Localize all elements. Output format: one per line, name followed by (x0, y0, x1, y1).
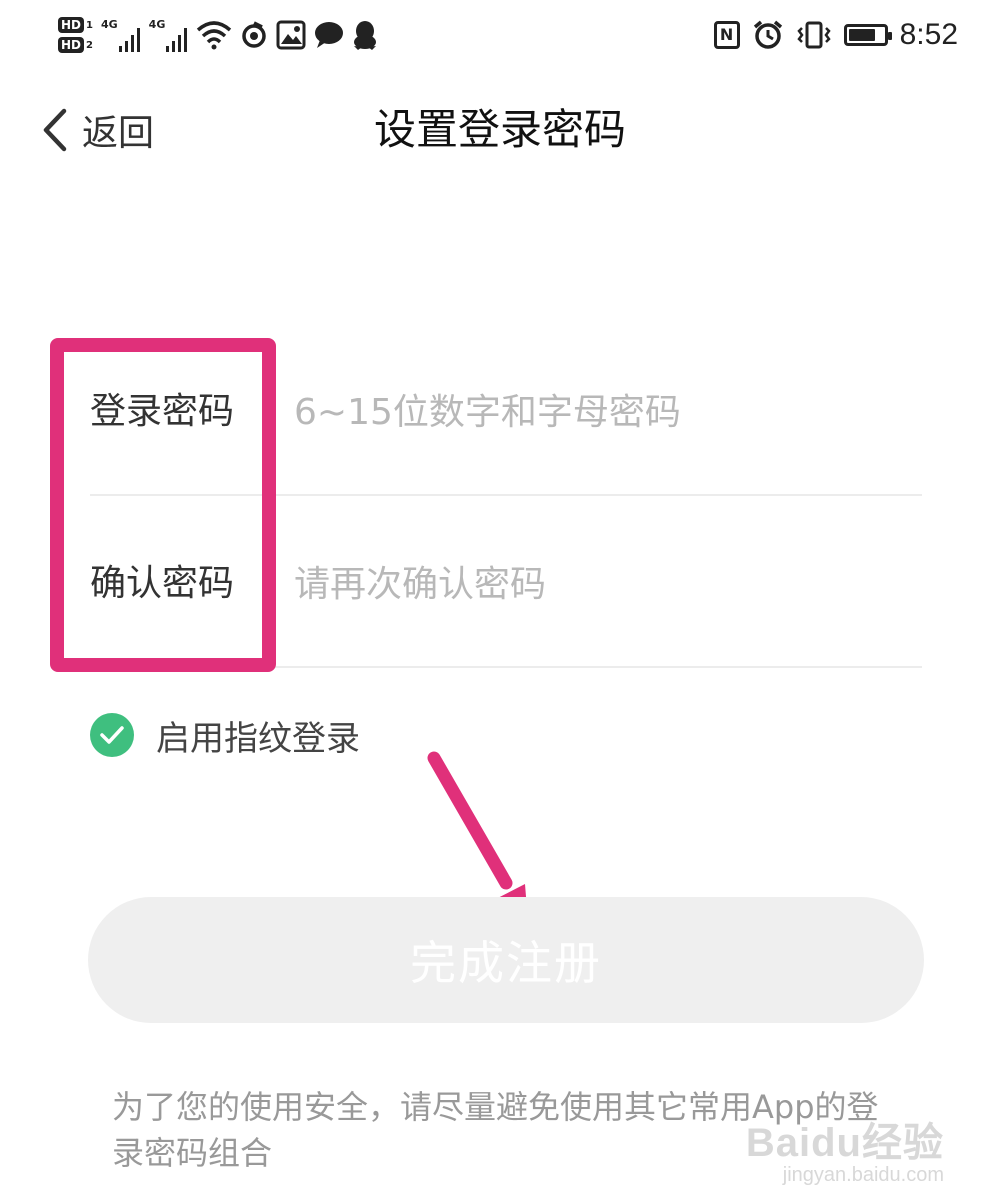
nfc-icon: N (713, 21, 740, 49)
vibrate-icon (796, 20, 832, 50)
signal-bars-icon (118, 28, 140, 52)
confirm-password-input[interactable] (294, 556, 914, 612)
battery-level (848, 29, 876, 41)
sim2-signal: 4G (149, 18, 189, 52)
password-row: 登录密码 (90, 326, 922, 496)
nav-bar: 返回 设置登录密码 (0, 80, 1000, 180)
complete-registration-button[interactable]: 完成注册 (88, 897, 924, 1023)
wifi-icon (196, 20, 232, 50)
battery-icon (843, 24, 892, 46)
screen: HD 1 HD 2 4G 4G N 8:52 返回 设置登录密码 登录密码 确认… (0, 0, 1000, 1200)
confirm-password-row: 确认密码 (90, 498, 922, 668)
hd-sim-number: 2 (86, 39, 93, 51)
hd-badge-1: HD 1 (58, 17, 93, 33)
image-alert-icon (276, 20, 306, 50)
confirm-password-label: 确认密码 (90, 563, 235, 604)
alarm-icon (752, 19, 784, 51)
signal-bars-icon (166, 28, 188, 52)
status-bar: HD 1 HD 2 4G 4G N 8:52 (0, 0, 1000, 70)
network-type-label: 4G (100, 18, 118, 31)
hd-sim-number: 1 (86, 19, 93, 31)
status-time: 8:52 (899, 18, 958, 51)
status-bar-right: N 8:52 (713, 10, 958, 60)
network-type-label: 4G (148, 18, 166, 31)
sim1-signal: 4G (101, 18, 141, 52)
status-bar-left: HD 1 HD 2 4G 4G (58, 8, 378, 62)
chat-bubble-icon (314, 21, 344, 49)
page-title: 设置登录密码 (373, 105, 626, 154)
qq-penguin-icon (352, 20, 378, 50)
password-label: 登录密码 (90, 391, 235, 432)
checkmark-icon[interactable] (90, 713, 134, 757)
password-input[interactable] (294, 384, 914, 440)
security-note: 为了您的使用安全，请尽量避免使用其它常用App的登录密码组合 (112, 1088, 879, 1172)
fingerprint-login-option[interactable]: 启用指纹登录 (90, 710, 360, 760)
hd-indicators: HD 1 HD 2 (58, 17, 93, 53)
hd-icon: HD (58, 37, 85, 53)
battery-tip (887, 32, 892, 40)
fingerprint-login-label: 启用指纹登录 (156, 718, 360, 759)
hd-badge-2: HD 2 (58, 37, 93, 53)
sync-icon (240, 21, 268, 49)
hd-icon: HD (58, 17, 85, 33)
